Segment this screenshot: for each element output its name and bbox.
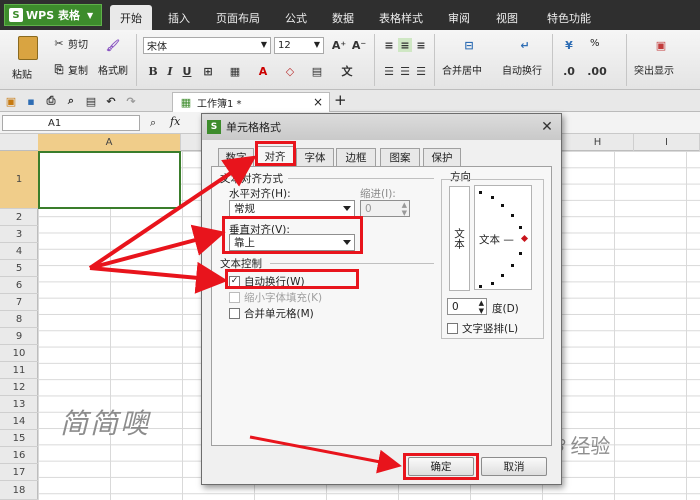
- annotation-arrows: [88, 155, 402, 474]
- arrow-to-vertical-align: [89, 224, 226, 270]
- arrow-to-wrap-text: [89, 261, 228, 294]
- arrow-to-alignment-tab: [88, 155, 257, 270]
- arrow-to-ok-button: [249, 435, 402, 474]
